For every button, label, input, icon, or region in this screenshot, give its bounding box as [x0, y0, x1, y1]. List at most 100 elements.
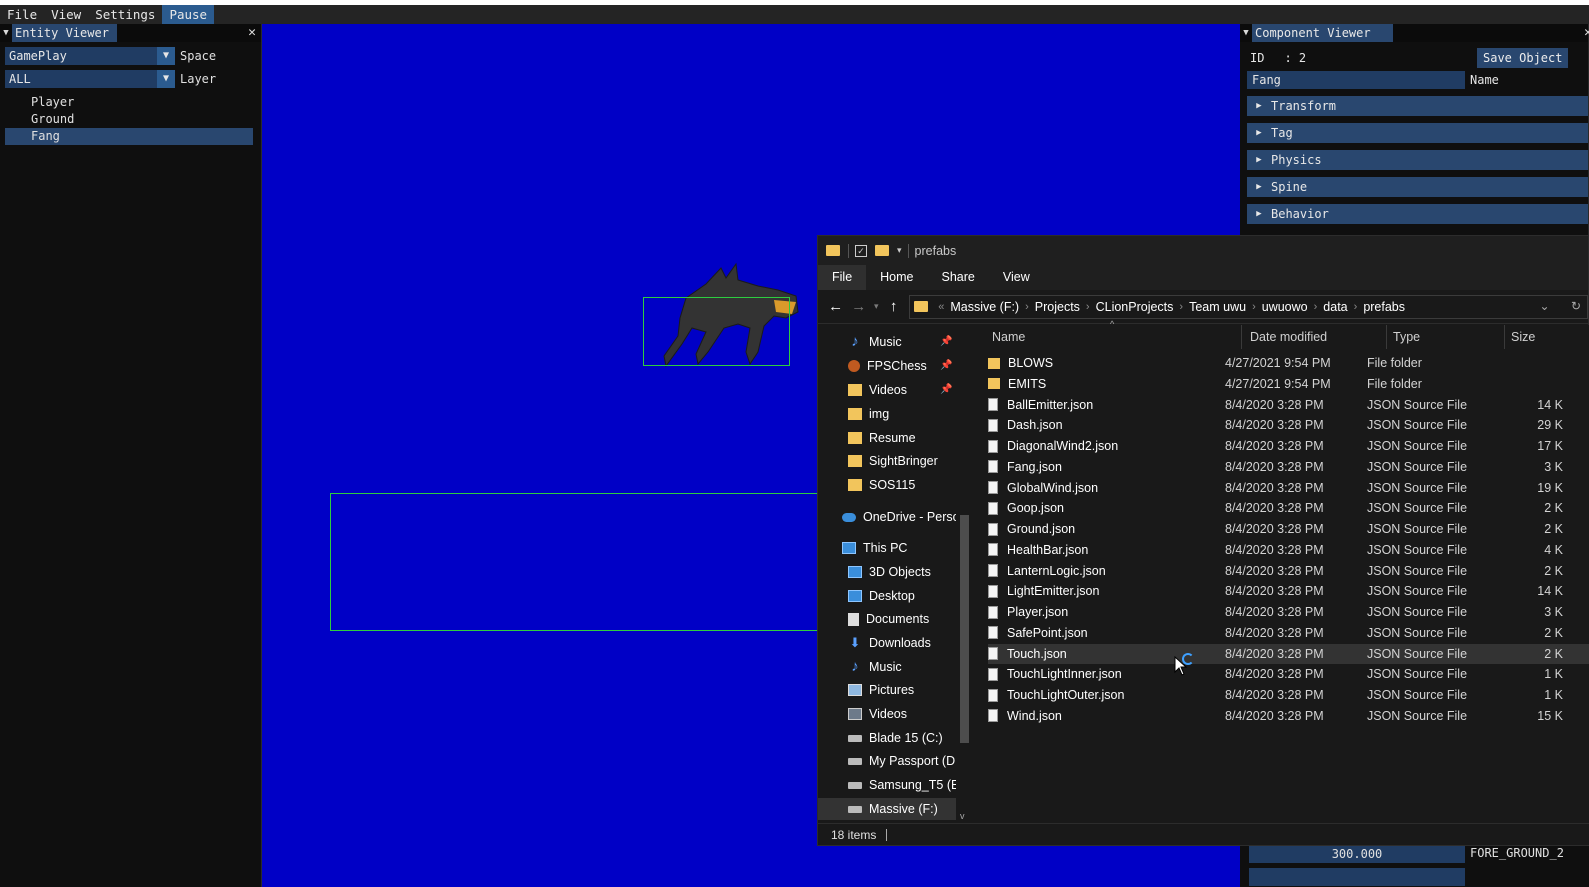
scrollbar-thumb[interactable] [960, 515, 969, 743]
breadcrumb-team-uwu[interactable]: Team uwu [1189, 300, 1246, 314]
file-row[interactable]: Ground.json 8/4/2020 3:28 PM JSON Source F… [988, 519, 1589, 539]
file-row[interactable]: EMITS 4/27/2021 9:54 PM File folder [988, 374, 1589, 394]
new-folder-icon[interactable] [875, 245, 889, 256]
column-header-size[interactable]: Size [1507, 325, 1589, 349]
file-row[interactable]: Dash.json 8/4/2020 3:28 PM JSON Source Fil… [988, 415, 1589, 435]
pin-icon[interactable]: 📌 [940, 336, 952, 347]
component-header-physics[interactable]: ▶ Physics [1247, 150, 1588, 170]
nav-item-pictures[interactable]: Pictures [848, 679, 914, 701]
file-row[interactable]: BallEmitter.json 8/4/2020 3:28 PM JSON Sou… [988, 395, 1589, 415]
nav-item-downloads[interactable]: ⬇ Downloads [848, 632, 931, 654]
navigation-scrollbar[interactable]: v [956, 325, 973, 825]
breadcrumb-uwuowo[interactable]: uwuowo [1262, 300, 1308, 314]
entity-item-fang[interactable]: Fang [5, 128, 253, 145]
breadcrumb-prefabs[interactable]: prefabs [1363, 300, 1405, 314]
collapse-arrow-icon[interactable]: ▼ [0, 28, 12, 38]
file-row[interactable]: TouchLightInner.json 8/4/2020 3:28 PM JSON… [988, 664, 1589, 684]
chevron-right-icon[interactable]: › [1252, 301, 1256, 313]
nav-item-desktop[interactable]: Desktop [848, 585, 915, 607]
entity-item-player[interactable]: Player [5, 94, 253, 111]
dropdown-arrow-icon[interactable]: ▼ [157, 70, 175, 88]
file-row[interactable]: BLOWS 4/27/2021 9:54 PM File folder [988, 353, 1589, 373]
chevron-down-icon[interactable]: ⌄ [1540, 299, 1550, 313]
tab-view[interactable]: View [989, 265, 1044, 290]
nav-item-sos115[interactable]: SOS115 [848, 474, 915, 496]
file-row[interactable]: GlobalWind.json 8/4/2020 3:28 PM JSON Sour… [988, 478, 1589, 498]
component-header-behavior[interactable]: ▶ Behavior [1247, 204, 1588, 224]
overflow-chevron-icon[interactable]: « [938, 301, 944, 313]
file-row[interactable]: HealthBar.json 8/4/2020 3:28 PM JSON Sourc… [988, 540, 1589, 560]
scroll-down-icon[interactable]: v [960, 811, 965, 821]
entity-item-ground[interactable]: Ground [5, 111, 253, 128]
explorer-titlebar[interactable]: ✓ ▾ prefabs [818, 236, 1588, 265]
chevron-right-icon[interactable]: › [1025, 301, 1029, 313]
breadcrumb-projects[interactable]: Projects [1035, 300, 1080, 314]
tab-share[interactable]: Share [928, 265, 989, 290]
address-bar[interactable]: « Massive (F:) › Projects › CLionProjects ›… [909, 294, 1588, 319]
entity-viewer-titlebar[interactable]: ▼ Entity Viewer ✕ [0, 24, 261, 42]
float-field[interactable]: 300.000 [1249, 845, 1465, 863]
nav-item-music-pinned[interactable]: ♪ Music [848, 331, 901, 353]
breadcrumb-data[interactable]: data [1323, 300, 1347, 314]
breadcrumb-clionprojects[interactable]: CLionProjects [1096, 300, 1174, 314]
pin-icon[interactable]: 📌 [940, 360, 952, 371]
nav-item-fpschess[interactable]: FPSChess [848, 355, 927, 377]
file-row[interactable]: Fang.json 8/4/2020 3:28 PM JSON Source Fil… [988, 457, 1589, 477]
nav-item-drive-f[interactable]: Massive (F:) [818, 798, 956, 820]
file-row[interactable]: Wind.json 8/4/2020 3:28 PM JSON Source Fil… [988, 706, 1589, 726]
file-row[interactable]: Player.json 8/4/2020 3:28 PM JSON Source F… [988, 602, 1589, 622]
menu-pause[interactable]: Pause [162, 5, 215, 24]
file-row[interactable]: SafePoint.json 8/4/2020 3:28 PM JSON Sourc… [988, 623, 1589, 643]
file-row[interactable]: DiagonalWind2.json 8/4/2020 3:28 PM JSON S… [988, 436, 1589, 456]
nav-item-videos-pinned[interactable]: Videos [848, 379, 907, 401]
file-row[interactable]: TouchLightOuter.json 8/4/2020 3:28 PM JSON… [988, 685, 1589, 705]
nav-item-drive-e[interactable]: Samsung_T5 (E:) [848, 774, 956, 796]
nav-item-resume[interactable]: Resume [848, 427, 916, 449]
nav-item-music[interactable]: ♪ Music [848, 656, 901, 678]
file-row[interactable]: Touch.json 8/4/2020 3:28 PM JSON Source Fi… [988, 643, 1589, 664]
space-combo[interactable]: GamePlay ▼ [5, 47, 175, 65]
breadcrumb-massive[interactable]: Massive (F:) [950, 300, 1019, 314]
pin-icon[interactable]: 📌 [940, 384, 952, 395]
menu-file[interactable]: File [0, 5, 44, 24]
nav-item-documents[interactable]: Documents [848, 608, 929, 630]
file-row[interactable]: LanternLogic.json 8/4/2020 3:28 PM JSON So… [988, 561, 1589, 581]
chevron-right-icon[interactable]: › [1086, 301, 1090, 313]
column-header-date[interactable]: Date modified [1246, 325, 1387, 349]
chevron-right-icon[interactable]: › [1179, 301, 1183, 313]
nav-item-videos[interactable]: Videos [848, 703, 907, 725]
chevron-right-icon[interactable]: › [1314, 301, 1318, 313]
nav-item-onedrive[interactable]: OneDrive - Persor [842, 506, 956, 528]
collapse-arrow-icon[interactable]: ▼ [1240, 28, 1252, 38]
tab-home[interactable]: Home [866, 265, 927, 290]
nav-item-drive-c[interactable]: Blade 15 (C:) [848, 727, 943, 749]
chevron-down-icon[interactable]: ▾ [870, 301, 882, 312]
component-header-transform[interactable]: ▶ Transform [1247, 96, 1588, 116]
nav-item-img[interactable]: img [848, 403, 889, 425]
column-header-type[interactable]: Type [1389, 325, 1505, 349]
layer-combo[interactable]: ALL ▼ [5, 70, 175, 88]
nav-item-this-pc[interactable]: This PC [842, 537, 907, 559]
file-row[interactable]: Goop.json 8/4/2020 3:28 PM JSON Source Fil… [988, 498, 1589, 518]
menu-settings[interactable]: Settings [88, 5, 162, 24]
tab-file[interactable]: File [818, 265, 867, 290]
properties-icon[interactable]: ✓ [855, 244, 867, 257]
nav-item-drive-d[interactable]: My Passport (D:) [848, 750, 956, 772]
float-field[interactable] [1249, 868, 1465, 886]
back-arrow-icon[interactable]: ← [824, 298, 847, 315]
dropdown-arrow-icon[interactable]: ▼ [157, 47, 175, 65]
nav-item-sightbringer[interactable]: SightBringer [848, 450, 938, 472]
chevron-down-icon[interactable]: ▾ [897, 245, 902, 256]
component-viewer-titlebar[interactable]: ▼ Component Viewer ✕ [1240, 24, 1589, 42]
file-row[interactable]: LightEmitter.json 8/4/2020 3:28 PM JSON So… [988, 581, 1589, 601]
chevron-right-icon[interactable]: › [1354, 301, 1358, 313]
name-input[interactable]: Fang [1247, 71, 1465, 89]
close-icon[interactable]: ✕ [248, 24, 256, 42]
menu-view[interactable]: View [44, 5, 88, 24]
close-icon[interactable]: ✕ [1584, 24, 1589, 42]
save-object-button[interactable]: Save Object [1477, 48, 1569, 68]
column-header-name[interactable]: Name [988, 325, 1242, 349]
refresh-icon[interactable]: ↻ [1571, 299, 1581, 313]
component-header-spine[interactable]: ▶ Spine [1247, 177, 1588, 197]
component-header-tag[interactable]: ▶ Tag [1247, 123, 1588, 143]
